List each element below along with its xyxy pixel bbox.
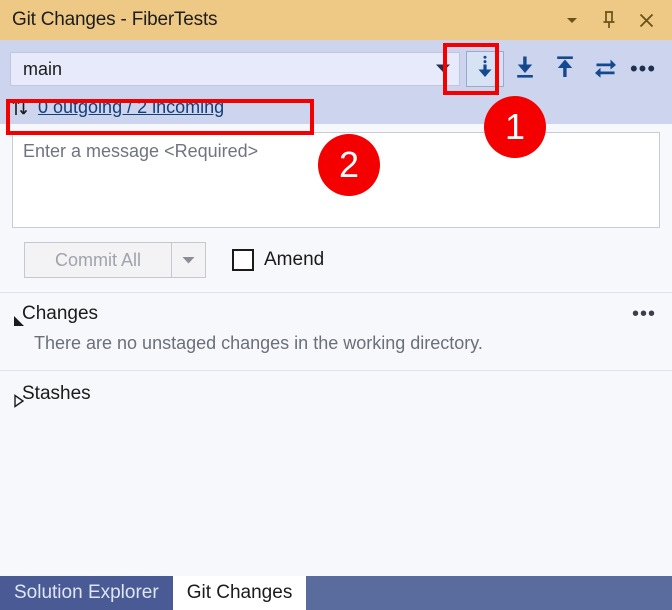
fetch-icon xyxy=(474,55,496,84)
commit-message-placeholder: Enter a message <Required> xyxy=(23,141,258,161)
annotation-badge-1: 1 xyxy=(484,96,546,158)
tab-git-changes[interactable]: Git Changes xyxy=(173,576,307,610)
up-down-arrows-icon xyxy=(10,97,30,117)
window-menu-chevron-icon[interactable] xyxy=(562,10,582,30)
tabbar-filler xyxy=(306,576,672,610)
stashes-section-title: Stashes xyxy=(22,383,660,405)
amend-label: Amend xyxy=(264,249,324,271)
outgoing-incoming-link[interactable]: 0 outgoing / 2 incoming xyxy=(38,97,224,118)
bottom-tabbar: Solution Explorer Git Changes xyxy=(0,572,672,610)
git-toolbar: main xyxy=(0,40,672,124)
amend-control[interactable]: Amend xyxy=(232,249,324,271)
sync-status-row: 0 outgoing / 2 incoming xyxy=(0,90,672,124)
sync-icon xyxy=(593,55,618,84)
push-button[interactable] xyxy=(546,51,584,87)
changes-section-header[interactable]: Changes ••• xyxy=(0,293,672,331)
page-title: Git Changes - FiberTests xyxy=(12,9,562,31)
git-changes-panel: Git Changes - FiberTests main xyxy=(0,0,672,610)
changes-empty-message: There are no unstaged changes in the wor… xyxy=(0,331,672,370)
stashes-section-header[interactable]: Stashes xyxy=(0,371,672,415)
sync-button[interactable] xyxy=(586,51,624,87)
toolbar-row: main xyxy=(0,48,672,90)
toolbar-actions: ••• xyxy=(466,51,660,87)
pin-icon[interactable] xyxy=(599,10,619,30)
amend-checkbox[interactable] xyxy=(232,249,254,271)
titlebar-buttons xyxy=(562,10,662,30)
fetch-button[interactable] xyxy=(466,51,504,87)
branch-dropdown[interactable]: main xyxy=(10,52,460,86)
panel-titlebar: Git Changes - FiberTests xyxy=(0,0,672,40)
chevron-down-icon xyxy=(435,63,451,76)
annotation-badge-2: 2 xyxy=(318,134,380,196)
commit-all-button[interactable]: Commit All xyxy=(24,242,172,278)
commit-all-dropdown-button[interactable] xyxy=(172,242,206,278)
branch-name-label: main xyxy=(23,59,435,80)
changes-section-title: Changes xyxy=(22,303,632,325)
push-icon xyxy=(553,55,577,84)
commit-controls: Commit All Amend xyxy=(12,228,660,292)
tab-solution-explorer[interactable]: Solution Explorer xyxy=(0,576,173,610)
toolbar-more-button[interactable]: ••• xyxy=(626,51,660,87)
changes-more-button[interactable]: ••• xyxy=(632,310,660,318)
close-icon[interactable] xyxy=(636,10,656,30)
pull-button[interactable] xyxy=(506,51,544,87)
pull-icon xyxy=(513,55,537,84)
